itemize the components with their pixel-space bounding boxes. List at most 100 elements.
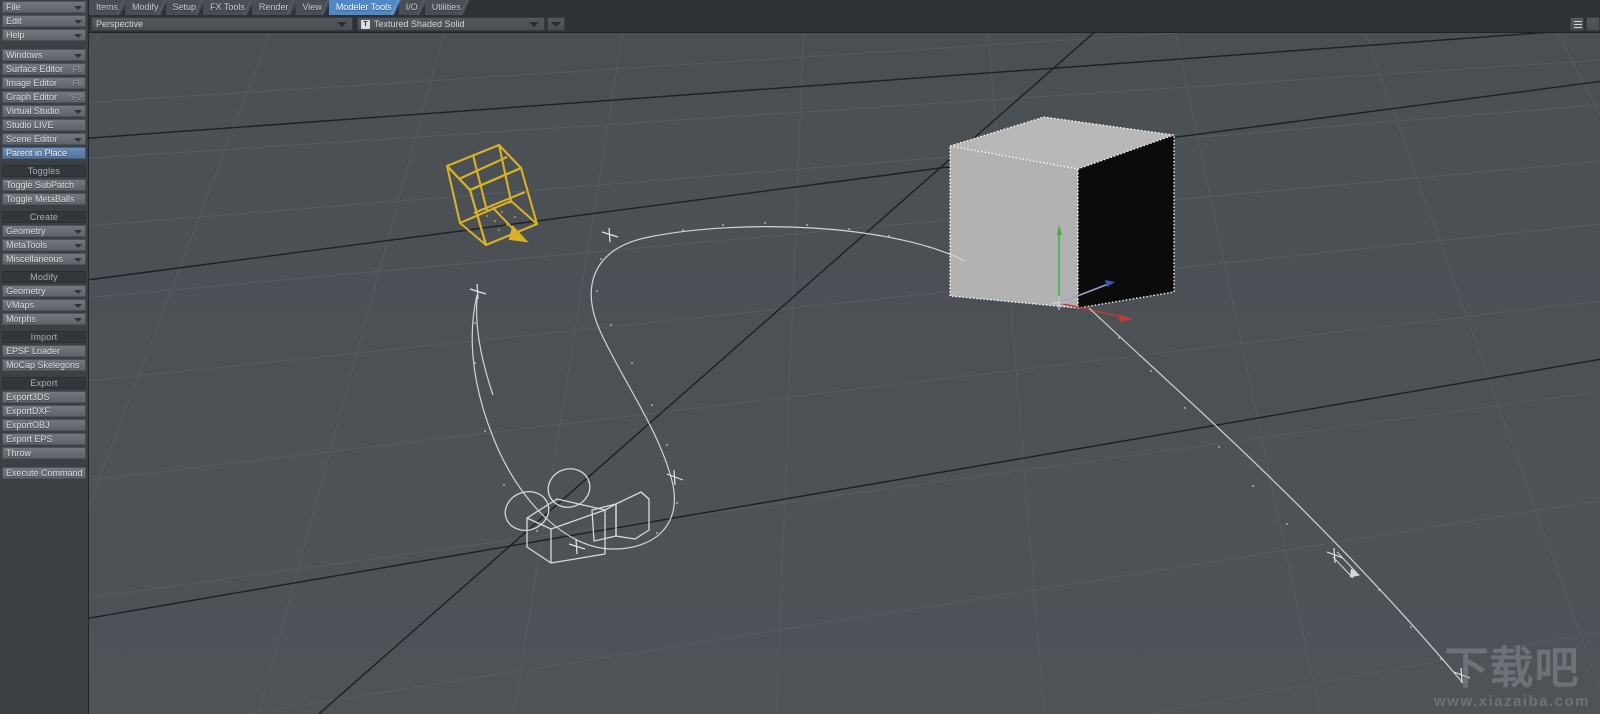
viewport-view-mode-dropdown[interactable]: Perspective xyxy=(91,17,353,31)
sidebar-item-label: Image Editor xyxy=(6,78,58,88)
sidebar-item-exportobj[interactable]: ExportOBJ xyxy=(2,419,86,431)
sidebar-item-label: Export3DS xyxy=(6,392,50,402)
sidebar-item-studio-live[interactable]: Studio LIVE xyxy=(2,119,86,131)
tab-setup[interactable]: Setup xyxy=(166,0,206,15)
viewport-background xyxy=(89,33,1600,714)
sidebar-item-label: MetaTools xyxy=(6,240,48,250)
sidebar-item-hotkey: ^F2 xyxy=(68,93,82,102)
sidebar-item-geometry[interactable]: Geometry xyxy=(2,285,86,297)
sidebar-item-label: Miscellaneous xyxy=(6,254,64,264)
sidebar-item-export3ds[interactable]: Export3DS xyxy=(2,391,86,403)
viewport-shading-mode-dropdown[interactable]: T Textured Shaded Solid xyxy=(357,17,545,31)
sidebar-item-label: ExportDXF xyxy=(6,406,51,416)
sidebar-item-geometry[interactable]: Geometry xyxy=(2,225,86,237)
viewport-shading-mode-label: Textured Shaded Solid xyxy=(374,19,465,29)
sidebar-item-label: Toggle MetaBalls xyxy=(6,194,75,204)
sidebar-item-label: Morphs xyxy=(6,314,37,324)
viewport-shading-options-dropdown[interactable] xyxy=(547,17,565,31)
sidebar-item-label: Toggle SubPatch xyxy=(6,180,75,190)
sidebar-item-label: Edit xyxy=(6,16,22,26)
sidebar-item-label: Windows xyxy=(6,50,43,60)
chevron-down-icon xyxy=(337,22,347,27)
chevron-down-icon xyxy=(74,230,82,234)
tab-fx-tools[interactable]: FX Tools xyxy=(203,0,254,15)
sidebar-item-label: ExportOBJ xyxy=(6,420,50,430)
sidebar-item-label: Export EPS xyxy=(6,434,53,444)
sidebar-item-throw[interactable]: Throw xyxy=(2,447,86,459)
texture-badge-icon: T xyxy=(361,20,370,29)
sidebar-item-export-eps[interactable]: Export EPS xyxy=(2,433,86,445)
lightwave-layout-window: File Edit Help Windows Surface Editor F5 Image… xyxy=(0,0,1600,714)
sidebar-item-surface-editor[interactable]: Surface Editor F5 xyxy=(2,63,86,75)
sidebar-item-label: File xyxy=(6,2,21,12)
sidebar-group-header-toggles: Toggles xyxy=(2,165,86,177)
sidebar-item-edit[interactable]: Edit xyxy=(2,15,86,27)
sidebar-item-label: Execute Command xyxy=(6,468,83,478)
chevron-down-icon xyxy=(74,244,82,248)
sidebar-item-graph-editor[interactable]: Graph Editor ^F2 xyxy=(2,91,86,103)
sidebar-item-parent-in-place[interactable]: Parent in Place xyxy=(2,147,86,159)
sidebar-item-label: Parent in Place xyxy=(6,148,68,158)
chevron-down-icon xyxy=(74,110,82,114)
perspective-viewport[interactable] xyxy=(89,33,1600,714)
sidebar-item-label: Scene Editor xyxy=(6,134,58,144)
sidebar-item-label: MoCap Skelegons xyxy=(6,360,80,370)
more-options-icon[interactable] xyxy=(1586,17,1600,31)
sidebar-item-label: Virtual Studio xyxy=(6,106,60,116)
chevron-down-icon xyxy=(74,258,82,262)
sidebar-item-hotkey: F6 xyxy=(72,79,82,88)
chevron-down-icon xyxy=(529,22,539,27)
list-lines-glyph xyxy=(1574,21,1582,29)
chevron-down-icon xyxy=(74,318,82,322)
viewport-canvas xyxy=(89,33,1600,714)
viewport-header: Perspective T Textured Shaded Solid xyxy=(89,15,1600,33)
tab-modify[interactable]: Modify xyxy=(125,0,168,15)
sidebar-item-image-editor[interactable]: Image Editor F6 xyxy=(2,77,86,89)
tab-i-o[interactable]: I/O xyxy=(399,0,427,15)
sidebar-item-label: Studio LIVE xyxy=(6,120,54,130)
sidebar-item-label: Surface Editor xyxy=(6,64,64,74)
sidebar-item-execute-command[interactable]: Execute Command xyxy=(2,467,86,479)
tab-view[interactable]: View xyxy=(295,0,330,15)
sidebar-item-label: VMaps xyxy=(6,300,35,310)
sidebar-item-help[interactable]: Help xyxy=(2,29,86,41)
chevron-down-icon xyxy=(74,290,82,294)
tab-modeler-tools[interactable]: Modeler Tools xyxy=(329,0,401,15)
chevron-down-icon xyxy=(74,6,82,10)
sidebar-item-label: Graph Editor xyxy=(6,92,58,102)
chevron-down-icon xyxy=(74,54,82,58)
sidebar-item-scene-editor[interactable]: Scene Editor xyxy=(2,133,86,145)
sidebar-item-toggle-subpatch[interactable]: Toggle SubPatch xyxy=(2,179,86,191)
sidebar-item-vmaps[interactable]: VMaps xyxy=(2,299,86,311)
sidebar-item-mocap-skelegons[interactable]: MoCap Skelegons xyxy=(2,359,86,371)
chevron-down-icon xyxy=(74,34,82,38)
chevron-down-icon xyxy=(551,22,561,27)
sidebar-item-label: Geometry xyxy=(6,226,46,236)
sidebar-item-epsf-loader[interactable]: EPSF Loader xyxy=(2,345,86,357)
sidebar-item-metatools[interactable]: MetaTools xyxy=(2,239,86,251)
sidebar-item-toggle-metaballs[interactable]: Toggle MetaBalls xyxy=(2,193,86,205)
sidebar-group-header-create: Create xyxy=(2,211,86,223)
sidebar-group-header-import: Import xyxy=(2,331,86,343)
sidebar-item-miscellaneous[interactable]: Miscellaneous xyxy=(2,253,86,265)
sidebar-item-label: Help xyxy=(6,30,25,40)
chevron-down-icon xyxy=(74,304,82,308)
sidebar-item-label: Throw xyxy=(6,448,32,458)
box-mesh[interactable] xyxy=(950,117,1174,308)
tab-render[interactable]: Render xyxy=(252,0,298,15)
sidebar-item-label: Geometry xyxy=(6,286,46,296)
sidebar-item-morphs[interactable]: Morphs xyxy=(2,313,86,325)
left-tool-sidebar: File Edit Help Windows Surface Editor F5 Image… xyxy=(0,0,89,714)
chevron-down-icon xyxy=(74,20,82,24)
sidebar-item-hotkey: F5 xyxy=(72,65,82,74)
sidebar-group-header-export: Export xyxy=(2,377,86,389)
viewport-view-mode-label: Perspective xyxy=(96,19,144,29)
sidebar-item-exportdxf[interactable]: ExportDXF xyxy=(2,405,86,417)
list-lines-icon[interactable] xyxy=(1570,17,1584,31)
sidebar-item-windows[interactable]: Windows xyxy=(2,49,86,61)
sidebar-item-file[interactable]: File xyxy=(2,1,86,13)
tab-utilities[interactable]: Utilities xyxy=(425,0,470,15)
sidebar-item-virtual-studio[interactable]: Virtual Studio xyxy=(2,105,86,117)
tab-items[interactable]: Items xyxy=(89,0,127,15)
chevron-down-icon xyxy=(74,138,82,142)
